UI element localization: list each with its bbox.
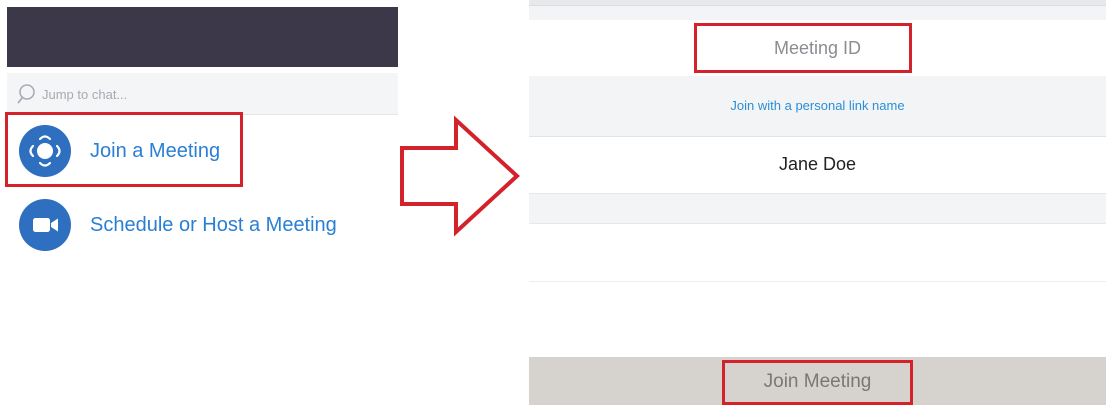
option-row xyxy=(529,223,1106,281)
schedule-meeting-label: Schedule or Host a Meeting xyxy=(90,214,337,236)
search-bar xyxy=(7,73,398,115)
meeting-id-row xyxy=(529,20,1106,76)
personal-link-row: Join with a personal link name xyxy=(529,76,1106,136)
join-meeting-label: Join a Meeting xyxy=(90,140,221,162)
search-icon xyxy=(17,84,35,104)
join-meeting-button-label: Join Meeting xyxy=(763,371,872,392)
join-meeting-form: Join with a personal link name Join Meet… xyxy=(529,0,1106,405)
video-camera-icon xyxy=(19,199,71,251)
display-name-input[interactable] xyxy=(659,149,976,179)
meeting-id-input[interactable] xyxy=(699,30,936,66)
top-bar xyxy=(529,0,1106,6)
join-meeting-button[interactable]: Join Meeting xyxy=(529,357,1106,405)
join-meeting-icon xyxy=(19,125,71,177)
option-row xyxy=(529,281,1106,357)
search-input[interactable] xyxy=(42,82,372,106)
name-row xyxy=(529,136,1106,193)
spacer-row xyxy=(529,193,1106,223)
join-meeting-menu-item[interactable]: Join a Meeting xyxy=(7,119,398,183)
app-header xyxy=(7,7,398,67)
home-panel: Join a Meeting Schedule or Host a Meetin… xyxy=(7,0,398,405)
schedule-meeting-menu-item[interactable]: Schedule or Host a Meeting xyxy=(7,193,398,257)
right-arrow-icon xyxy=(400,115,520,237)
personal-link-name-link[interactable]: Join with a personal link name xyxy=(529,98,1106,113)
